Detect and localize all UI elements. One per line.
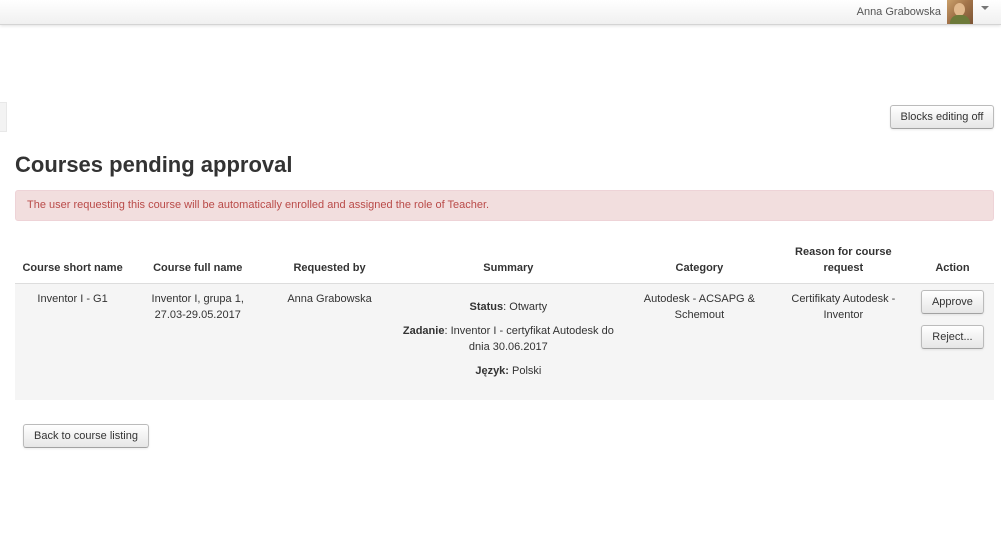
table-header-row: Course short name Course full name Reque… (15, 240, 994, 284)
cell-category: Autodesk - ACSAPG & Schemout (622, 283, 776, 400)
dock-tab[interactable] (0, 102, 7, 132)
blocks-editing-off-button[interactable]: Blocks editing off (890, 105, 994, 129)
summary-language: Język: Polski (400, 363, 617, 379)
cell-action: Approve Reject... (910, 283, 994, 400)
info-alert: The user requesting this course will be … (15, 190, 994, 221)
cell-reason: Certifikaty Autodesk - Inventor (775, 283, 911, 400)
caret-down-icon[interactable] (981, 6, 989, 10)
summary-task-value: : Inventor I - certyfikat Autodesk do dn… (444, 325, 614, 353)
header-course-short-name: Course short name (15, 240, 131, 284)
cell-full-name: Inventor I, grupa 1, 27.03-29.05.2017 (130, 283, 266, 400)
user-avatar[interactable] (947, 0, 973, 24)
table-row: Inventor I - G1 Inventor I, grupa 1, 27.… (15, 283, 994, 400)
approve-button[interactable]: Approve (920, 290, 984, 314)
summary-task-label: Zadanie (402, 325, 445, 337)
header-reason: Reason for course request (775, 240, 911, 284)
cell-short-name: Inventor I - G1 (15, 283, 131, 400)
user-menu[interactable]: Anna Grabowska (857, 0, 989, 24)
summary-language-label: Język: (475, 365, 509, 377)
pending-courses-table: Course short name Course full name Reque… (15, 240, 994, 400)
header-category: Category (622, 240, 776, 284)
summary-status: Status: Otwarty (400, 299, 617, 315)
avatar-body (950, 15, 970, 24)
cell-summary: Status: Otwarty Zadanie: Inventor I - ce… (393, 283, 623, 400)
top-navbar: Anna Grabowska (0, 0, 1001, 25)
summary-task: Zadanie: Inventor I - certyfikat Autodes… (400, 323, 617, 355)
page-title: Courses pending approval (15, 152, 293, 177)
header-course-full-name: Course full name (130, 240, 266, 284)
summary-status-value: : Otwarty (503, 301, 548, 313)
back-to-course-listing-button[interactable]: Back to course listing (23, 424, 149, 448)
summary-status-label: Status (469, 301, 504, 313)
reject-button[interactable]: Reject... (921, 325, 984, 349)
cell-requested-by: Anna Grabowska (265, 283, 394, 400)
summary-content: Status: Otwarty Zadanie: Inventor I - ce… (400, 291, 617, 379)
header-requested-by: Requested by (265, 240, 394, 284)
user-name[interactable]: Anna Grabowska (857, 6, 941, 18)
header-action: Action (910, 240, 994, 284)
header-summary: Summary (393, 240, 623, 284)
summary-language-value: Polski (508, 365, 542, 377)
